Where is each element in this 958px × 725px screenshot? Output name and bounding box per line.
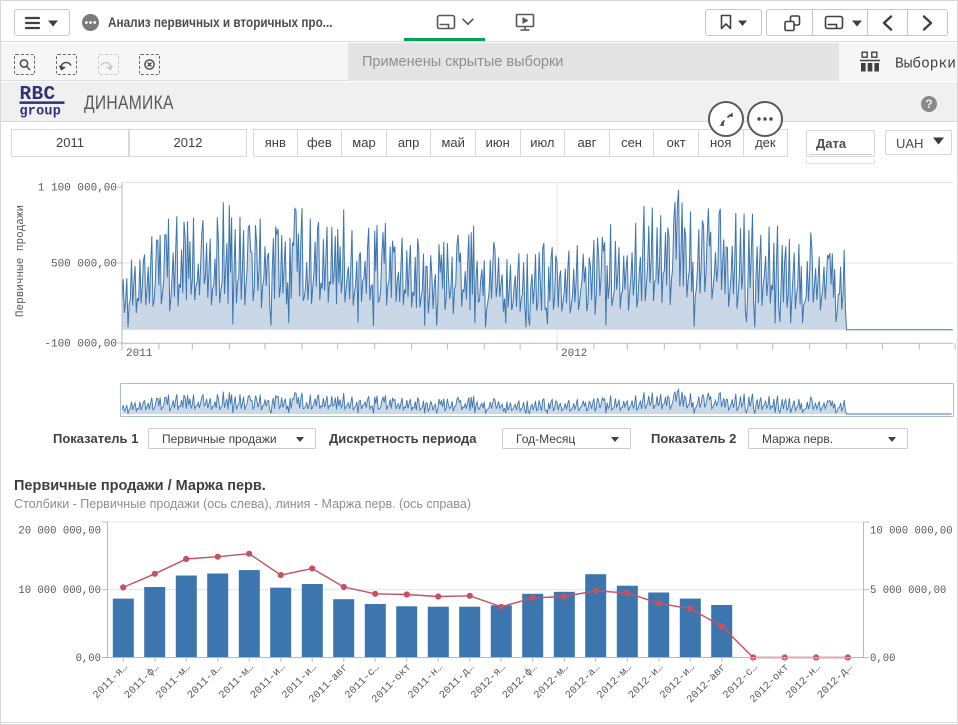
svg-text:0,00: 0,00 bbox=[76, 653, 101, 665]
svg-text:5 000 000,00: 5 000 000,00 bbox=[870, 585, 946, 597]
svg-text:20 000 000,00: 20 000 000,00 bbox=[18, 526, 101, 538]
svg-text:2012-д…: 2012-д… bbox=[815, 662, 855, 702]
svg-text:0,00: 0,00 bbox=[870, 653, 895, 665]
svg-text:10 000 000,00: 10 000 000,00 bbox=[18, 585, 101, 597]
svg-text:10 000 000,00: 10 000 000,00 bbox=[870, 526, 953, 538]
